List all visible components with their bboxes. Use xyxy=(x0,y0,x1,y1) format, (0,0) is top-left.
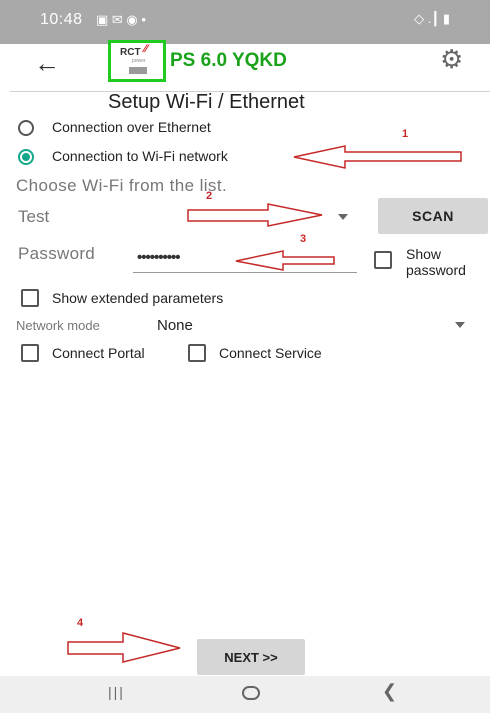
annotation-overlay xyxy=(67,145,462,663)
annotation-arrow-4 xyxy=(67,632,181,663)
annotation-number-3: 3 xyxy=(300,233,307,245)
annotation-number-4: 4 xyxy=(77,617,84,629)
back-nav-icon[interactable]: ❮ xyxy=(382,681,397,702)
system-nav-bar: ||| ❮ xyxy=(0,676,490,713)
annotation-arrow-3 xyxy=(235,250,335,271)
annotation-arrow-1 xyxy=(293,145,462,169)
recent-apps-icon[interactable]: ||| xyxy=(108,684,125,700)
annotation-arrow-2 xyxy=(187,203,323,227)
home-icon[interactable] xyxy=(242,686,260,700)
annotation-number-1: 1 xyxy=(402,128,409,140)
annotation-number-2: 2 xyxy=(206,190,213,202)
